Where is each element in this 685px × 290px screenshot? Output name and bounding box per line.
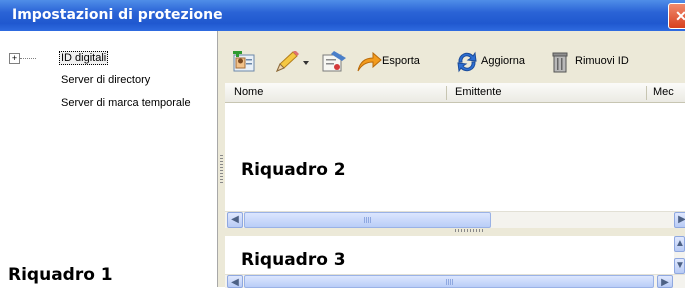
refresh-icon — [457, 51, 477, 73]
edit-button[interactable] — [273, 50, 309, 73]
scroll-left-button[interactable]: ◀ — [227, 275, 243, 288]
add-id-button[interactable] — [232, 48, 258, 73]
tree-item-digital-ids[interactable]: ID digitali — [59, 51, 109, 65]
chevron-right-icon: ▶ — [661, 277, 669, 288]
remove-id-button[interactable]: Rimuovi ID — [551, 51, 647, 73]
certificate-usage-button[interactable] — [320, 51, 348, 73]
close-icon: ✕ — [675, 8, 685, 24]
window-title: Impostazioni di protezione — [12, 7, 223, 23]
chevron-up-icon: ▲ — [675, 238, 685, 249]
column-divider[interactable] — [646, 86, 647, 100]
chevron-left-icon: ◀ — [231, 277, 239, 288]
chevron-right-icon: ▶ — [678, 214, 685, 225]
tree-connector — [20, 58, 36, 59]
refresh-button[interactable]: Aggiorna — [455, 51, 537, 73]
chevron-down-icon: ▼ — [675, 260, 685, 271]
thumb-grip — [446, 279, 454, 285]
thumb-grip — [364, 217, 372, 223]
add-id-icon — [233, 48, 255, 72]
tree-item-label: Server di marca temporale — [61, 97, 191, 109]
tree-item-label: Server di directory — [61, 74, 151, 86]
column-header-row: Nome Emittente Mec — [225, 83, 685, 103]
panel-2-horizontal-scrollbar[interactable]: ◀ ▶ — [225, 211, 685, 228]
export-button[interactable]: Esporta — [356, 51, 436, 73]
export-label: Esporta — [382, 55, 420, 67]
panel-2-label: Riquadro 2 — [241, 160, 346, 180]
export-arrow-icon — [357, 51, 382, 72]
panel-1: + ID digitali Server di directory Server… — [0, 31, 218, 287]
pencil-icon — [276, 50, 309, 72]
scrollbar-thumb[interactable] — [244, 212, 491, 228]
panel-3-horizontal-scrollbar[interactable]: ◀ ▶ — [225, 274, 685, 288]
splitter-grip — [220, 155, 223, 185]
column-divider[interactable] — [446, 86, 447, 100]
column-header-issuer[interactable]: Emittente — [455, 86, 501, 98]
column-header-name[interactable]: Nome — [234, 86, 263, 98]
right-panels: Esporta Aggiorna Rimuovi ID Nome Emitten… — [225, 31, 685, 288]
window-body: + ID digitali Server di directory Server… — [0, 31, 685, 288]
refresh-label: Aggiorna — [481, 55, 526, 67]
trash-icon — [552, 52, 568, 73]
scroll-left-button[interactable]: ◀ — [227, 212, 243, 228]
column-header-expiry[interactable]: Mec — [653, 86, 674, 98]
panel-2: Riquadro 2 — [225, 103, 685, 211]
scroll-up-button[interactable]: ▲ — [674, 236, 685, 252]
expand-icon[interactable]: + — [9, 53, 20, 64]
scrollbar-thumb[interactable] — [244, 275, 654, 288]
tree-item-directory-servers[interactable]: Server di directory — [61, 74, 150, 86]
scroll-down-button[interactable]: ▼ — [674, 258, 685, 274]
panel-3-label: Riquadro 3 — [241, 250, 346, 270]
panel-1-label: Riquadro 1 — [8, 265, 113, 285]
panel-3-vertical-scrollbar[interactable]: ▲ ▼ — [674, 236, 685, 274]
chevron-left-icon: ◀ — [231, 214, 239, 225]
splitter-grip — [455, 229, 485, 232]
tree-item-label: ID digitali — [59, 51, 109, 65]
close-button[interactable]: ✕ — [668, 3, 685, 29]
remove-label: Rimuovi ID — [575, 55, 629, 67]
tree-item-timestamp-servers[interactable]: Server di marca temporale — [61, 97, 191, 109]
title-bar: Impostazioni di protezione ✕ — [0, 0, 685, 31]
toolbar: Esporta Aggiorna Rimuovi ID — [225, 31, 685, 83]
scroll-right-button[interactable]: ▶ — [657, 275, 673, 288]
scroll-right-button[interactable]: ▶ — [674, 212, 685, 228]
certificate-usage-icon — [322, 51, 346, 72]
